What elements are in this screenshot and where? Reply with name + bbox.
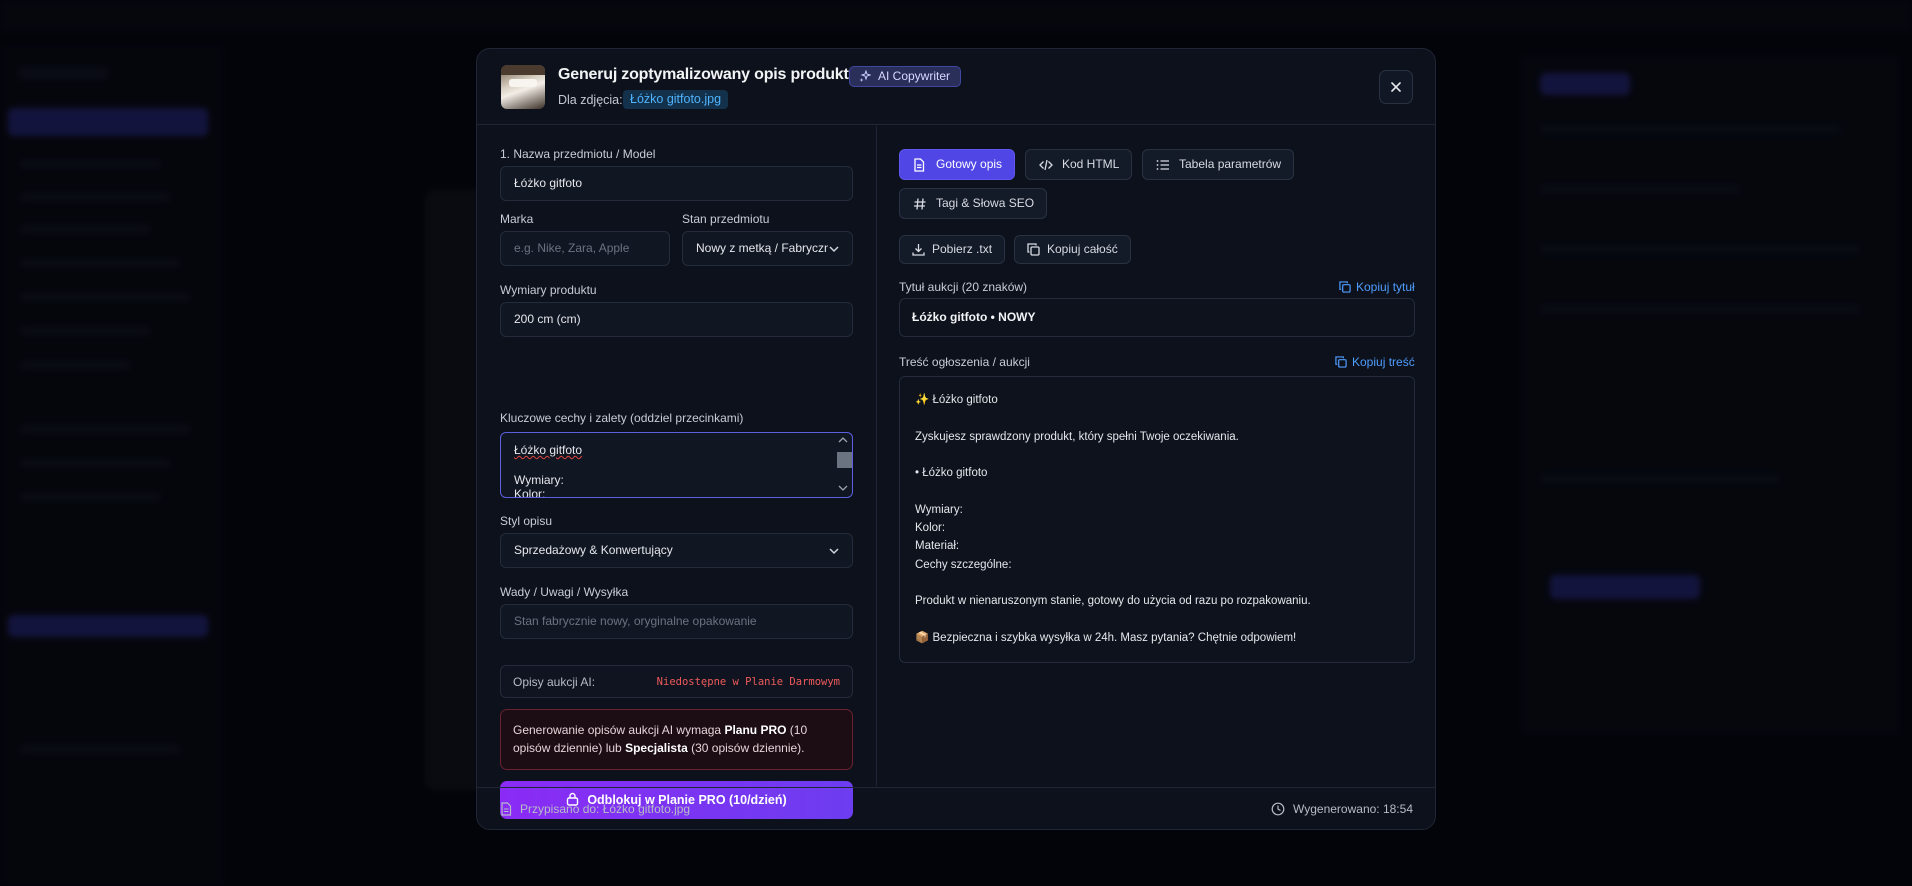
- features-line-3: Kolor:: [514, 487, 546, 498]
- description-line: Zyskujesz sprawdzony produkt, który speł…: [915, 430, 1239, 443]
- tab-label: Kod HTML: [1062, 157, 1120, 171]
- warning-plan-pro: Planu PRO: [724, 723, 787, 737]
- features-line-1: Łóżko gitfoto: [514, 443, 583, 457]
- dimensions-label: Wymiary produktu: [500, 283, 597, 297]
- modal-title: Generuj zoptymalizowany opis produktu: [558, 66, 859, 83]
- description-output[interactable]: ✨ Łóżko gitfoto Zyskujesz sprawdzony pro…: [899, 376, 1415, 663]
- tab-html-code[interactable]: Kod HTML: [1025, 149, 1133, 180]
- description-label: Treść ogłoszenia / aukcji: [899, 355, 1030, 369]
- ai-quota-key: Opisy aukcji AI:: [513, 675, 596, 689]
- scrollbar-thumb[interactable]: [837, 452, 852, 468]
- copy-title-link[interactable]: Kopiuj tytuł: [1339, 280, 1415, 294]
- description-line: [915, 446, 1399, 464]
- features-line-2: Wymiary:: [514, 473, 564, 487]
- modal-footer: Przypisano do: Łóżko gitfoto.jpg Wygener…: [477, 787, 1435, 829]
- copy-icon: [1027, 243, 1040, 256]
- description-line: [915, 409, 1399, 427]
- list-icon: [1156, 160, 1169, 170]
- product-thumbnail: [501, 65, 545, 109]
- scroll-up-icon[interactable]: [836, 435, 850, 445]
- hash-icon: [914, 198, 926, 210]
- assigned-to: Przypisano do: Łóżko gitfoto.jpg: [500, 802, 690, 816]
- style-label: Styl opisu: [500, 514, 553, 528]
- condition-select[interactable]: Nowy z metką / Fabrycznie: [682, 231, 853, 266]
- auction-title-output[interactable]: Łóżko gitfoto • NOWY: [899, 298, 1415, 337]
- tab-label: Tagi & Słowa SEO: [936, 196, 1035, 210]
- tab-seo-tags[interactable]: Tagi & Słowa SEO: [899, 188, 1048, 219]
- document-icon: [501, 802, 512, 816]
- close-button[interactable]: [1379, 70, 1413, 104]
- sparkle-icon: [859, 70, 871, 82]
- description-line: Wymiary:: [915, 503, 963, 516]
- description-line: Produkt w nienaruszonym stanie, gotowy d…: [915, 595, 1311, 608]
- dimensions-input[interactable]: 200 cm (cm): [500, 302, 853, 337]
- style-select[interactable]: Sprzedażowy & Konwertujący: [500, 533, 853, 568]
- clock-icon: [1271, 802, 1285, 816]
- tab-ready-description[interactable]: Gotowy opis: [899, 149, 1016, 180]
- for-photo-label: Dla zdjęcia:: [558, 93, 623, 107]
- auction-title-label: Tytuł aukcji (20 znaków): [899, 280, 1028, 294]
- copy-title-label: Kopiuj tytuł: [1356, 280, 1415, 294]
- tab-parameters-table[interactable]: Tabela parametrów: [1142, 149, 1295, 180]
- description-line: 📦 Bezpieczna i szybka wysyłka w 24h. Mas…: [915, 631, 1297, 644]
- code-icon: [1039, 159, 1053, 171]
- generated-time-label: Wygenerowano: 18:54: [1293, 802, 1413, 816]
- generate-description-modal: Generuj zoptymalizowany opis produktu AI…: [476, 48, 1436, 830]
- textarea-scrollbar[interactable]: [836, 435, 852, 495]
- name-input[interactable]: Łóżko gitfoto: [500, 166, 853, 201]
- chevron-down-icon: [828, 243, 840, 255]
- copy-description-link[interactable]: Kopiuj treść: [1335, 355, 1415, 369]
- chevron-down-icon: [829, 548, 839, 555]
- plan-warning: Generowanie opisów aukcji AI wymaga Plan…: [500, 709, 853, 770]
- condition-label: Stan przedmiotu: [682, 212, 770, 226]
- description-line: ✨ Łóżko gitfoto: [915, 394, 998, 406]
- download-txt-button[interactable]: Pobierz .txt: [899, 235, 1006, 264]
- copy-icon: [1339, 281, 1351, 293]
- copy-all-label: Kopiuj całość: [1047, 242, 1118, 256]
- brand-label: Marka: [500, 212, 534, 226]
- ai-quota-row: Opisy aukcji AI: Niedostępne w Planie Da…: [500, 665, 853, 698]
- photo-file-chip: Łóżko gitfoto.jpg: [623, 90, 729, 109]
- condition-select-value: Nowy z metką / Fabrycznie: [696, 241, 841, 255]
- download-txt-label: Pobierz .txt: [932, 242, 993, 256]
- description-line: [915, 611, 1399, 629]
- generated-time: Wygenerowano: 18:54: [1271, 802, 1413, 816]
- style-select-value: Sprzedażowy & Konwertujący: [514, 543, 673, 557]
- copy-description-label: Kopiuj treść: [1352, 355, 1415, 369]
- name-label: 1. Nazwa przedmiotu / Model: [500, 147, 656, 161]
- scroll-down-icon[interactable]: [836, 483, 850, 493]
- description-line: Cechy szczególne:: [915, 558, 1012, 571]
- description-line: Materiał:: [915, 540, 960, 553]
- features-label: Kluczowe cechy i zalety (oddziel przecin…: [500, 411, 744, 425]
- ai-copywriter-badge-label: AI Copywriter: [878, 69, 951, 83]
- assigned-to-label: Przypisano do: Łóżko gitfoto.jpg: [520, 802, 691, 816]
- tab-label: Tabela parametrów: [1179, 157, 1282, 171]
- warning-text: Generowanie opisów aukcji AI wymaga: [513, 723, 725, 737]
- warning-text: (30 opisów dziennie).: [687, 741, 805, 755]
- ai-quota-status: Niedostępne w Planie Darmowym: [656, 676, 840, 688]
- product-form: 1. Nazwa przedmiotu / Model Łóżko gitfot…: [477, 126, 877, 819]
- tab-label: Gotowy opis: [936, 157, 1003, 171]
- defects-input[interactable]: Stan fabrycznie nowy, oryginalne opakowa…: [500, 604, 853, 639]
- ai-copywriter-badge: AI Copywriter: [849, 66, 962, 87]
- document-icon: [914, 158, 925, 172]
- warning-plan-specialist: Specjalista: [625, 741, 688, 755]
- copy-icon: [1335, 356, 1347, 368]
- description-line: [915, 482, 1399, 500]
- copy-all-button[interactable]: Kopiuj całość: [1014, 235, 1131, 264]
- features-textarea[interactable]: Łóżko gitfoto Wymiary: Kolor:: [500, 432, 853, 498]
- download-icon: [912, 244, 925, 256]
- close-icon: [1391, 82, 1401, 92]
- description-line: [915, 574, 1399, 592]
- description-line: • Łóżko gitfoto: [915, 467, 988, 480]
- brand-input[interactable]: e.g. Nike, Zara, Apple: [500, 231, 670, 266]
- description-line: Kolor:: [915, 522, 946, 535]
- modal-header: Generuj zoptymalizowany opis produktu AI…: [477, 49, 1435, 125]
- defects-label: Wady / Uwagi / Wysyłka: [500, 585, 629, 599]
